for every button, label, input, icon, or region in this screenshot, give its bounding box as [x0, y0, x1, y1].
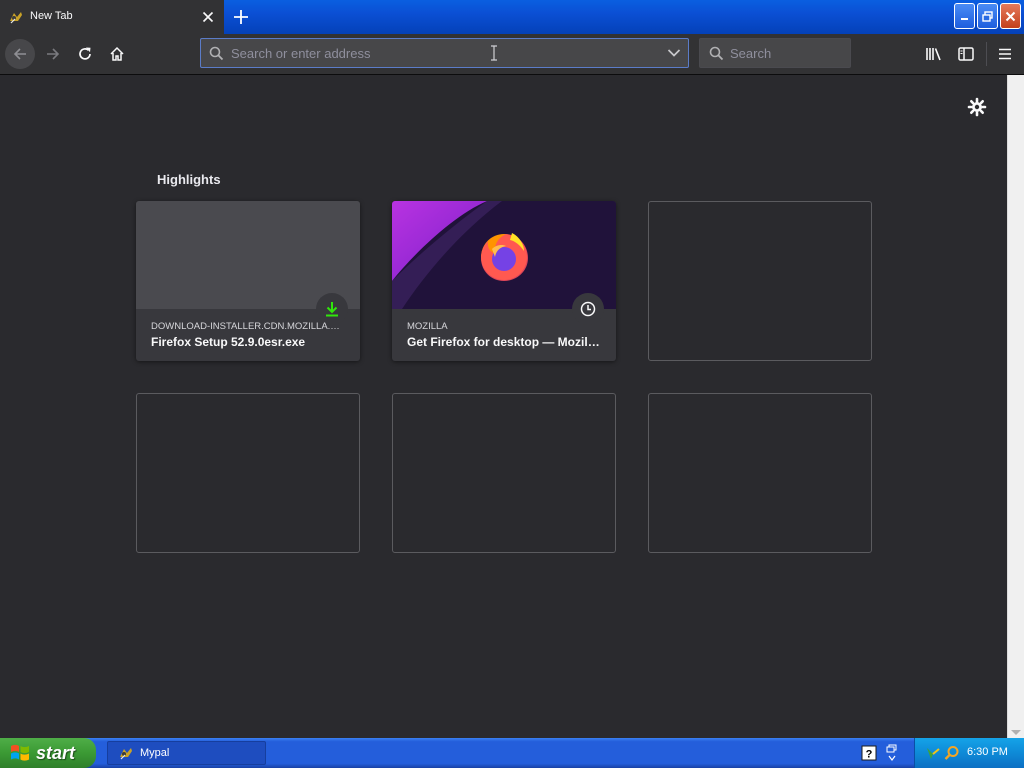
restore-windows-icon[interactable]	[885, 743, 899, 763]
start-label: start	[36, 742, 76, 763]
hamburger-menu-icon	[999, 48, 1011, 60]
highlight-card-mozilla[interactable]: MOZILLA Get Firefox for desktop — Mozill…	[392, 201, 616, 361]
mypal-app-icon	[120, 748, 132, 760]
search-tray-icon[interactable]	[944, 745, 960, 761]
history-clock-icon	[580, 301, 596, 317]
vertical-scrollbar[interactable]	[1007, 75, 1024, 738]
taskbar-window-mypal[interactable]: Mypal	[107, 741, 266, 765]
empty-highlight-slot	[648, 393, 872, 553]
sidebar-icon	[958, 47, 974, 61]
reload-button[interactable]	[69, 38, 101, 70]
network-tray-icon[interactable]	[925, 745, 941, 761]
back-button[interactable]	[4, 38, 36, 70]
text-cursor-icon	[491, 45, 497, 61]
taskbar-window-label: Mypal	[140, 747, 170, 759]
restore-icon	[982, 10, 993, 22]
reload-icon	[79, 47, 91, 60]
library-icon	[926, 48, 941, 61]
empty-highlight-slot	[392, 393, 616, 553]
close-icon	[202, 11, 214, 23]
forward-arrow-icon	[47, 48, 60, 60]
toolbar-separator	[986, 42, 987, 66]
plus-icon	[234, 10, 248, 24]
close-icon	[1005, 11, 1016, 21]
home-button[interactable]	[101, 38, 133, 70]
help-icon[interactable]: ?	[861, 745, 877, 761]
gear-icon	[967, 97, 987, 117]
windows-logo-icon	[11, 744, 29, 761]
svg-text:?: ?	[866, 749, 873, 761]
new-tab-button[interactable]	[228, 5, 254, 29]
system-tray: 6:30 PM	[914, 738, 1024, 768]
empty-highlight-slot	[648, 201, 872, 361]
chevron-down-icon[interactable]	[667, 48, 681, 58]
new-tab-page: Highlights DOWNLOAD-INSTALLER.CDN.MOZILL…	[0, 75, 1007, 738]
mypal-favicon-icon	[10, 12, 22, 24]
highlight-card-download[interactable]: DOWNLOAD-INSTALLER.CDN.MOZILLA.NET Firef…	[136, 201, 360, 361]
library-button[interactable]	[918, 38, 950, 70]
scroll-down-arrow-icon[interactable]	[1011, 730, 1021, 735]
tab-new-tab[interactable]: New Tab	[0, 0, 224, 34]
search-bar[interactable]	[699, 38, 851, 68]
back-arrow-icon	[13, 48, 26, 60]
card-hostname: DOWNLOAD-INSTALLER.CDN.MOZILLA.NET	[151, 321, 346, 332]
card-title: Get Firefox for desktop — Mozilla (US)	[407, 335, 602, 349]
menu-button[interactable]	[989, 38, 1021, 70]
tab-close-button[interactable]	[198, 7, 218, 27]
url-input[interactable]	[231, 44, 651, 62]
search-icon	[209, 46, 224, 61]
minimize-icon	[960, 18, 968, 20]
sidebar-button[interactable]	[950, 38, 982, 70]
home-icon	[110, 46, 124, 61]
start-button[interactable]: start	[0, 738, 96, 768]
download-icon	[326, 302, 338, 317]
tab-title: New Tab	[30, 10, 73, 22]
forward-button[interactable]	[37, 38, 69, 70]
taskbar: start Mypal ? 6:30 PM	[0, 738, 1024, 768]
card-title: Firefox Setup 52.9.0esr.exe	[151, 335, 306, 349]
navigation-toolbar	[0, 34, 1024, 75]
settings-gear-button[interactable]	[966, 96, 988, 118]
taskbar-clock: 6:30 PM	[967, 746, 1008, 758]
title-bar: New Tab	[0, 0, 1024, 34]
card-hostname: MOZILLA	[407, 321, 448, 332]
search-icon	[709, 46, 724, 61]
search-input[interactable]	[730, 44, 840, 62]
minimize-button[interactable]	[954, 3, 975, 29]
restore-button[interactable]	[977, 3, 998, 29]
empty-highlight-slot	[136, 393, 360, 553]
window-close-button[interactable]	[1000, 3, 1021, 29]
url-bar[interactable]	[200, 38, 689, 68]
highlights-section-title: Highlights	[157, 172, 221, 187]
